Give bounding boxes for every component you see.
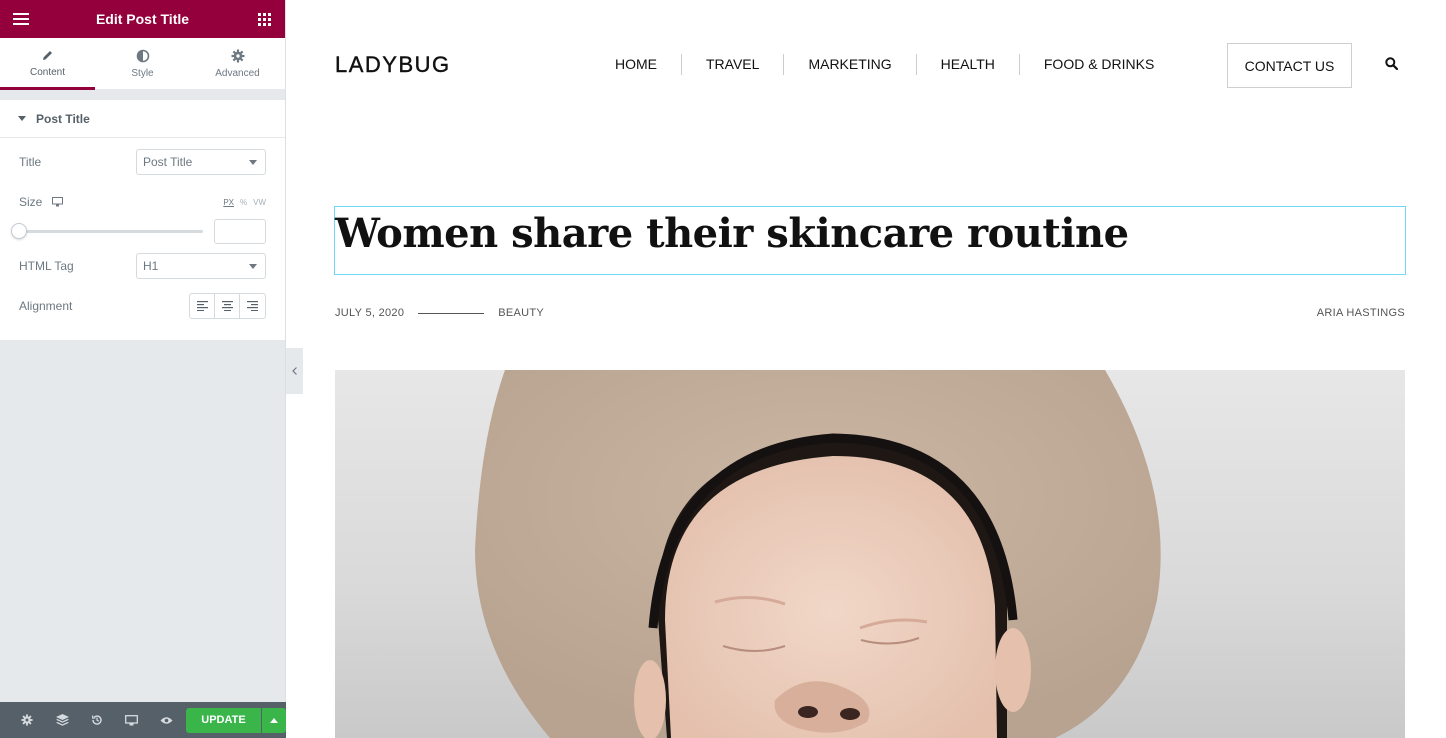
html-tag-value: H1 (143, 259, 159, 273)
tab-advanced[interactable]: Advanced (190, 38, 285, 89)
nav-item-health[interactable]: HEALTH (915, 54, 1019, 75)
tab-content[interactable]: Content (0, 38, 95, 90)
align-right-icon (247, 301, 258, 311)
nav-item-home[interactable]: HOME (597, 54, 681, 75)
desktop-icon (125, 714, 139, 725)
panel-title: Edit Post Title (95, 11, 190, 27)
tab-content-label: Content (29, 67, 66, 78)
title-label: Title (19, 155, 42, 169)
contact-us-button[interactable]: CONTACT US (1227, 43, 1352, 88)
featured-image (335, 370, 1405, 738)
editor-panel: Edit Post Title Content Style Advanced P… (0, 0, 287, 738)
title-select-value: Post Title (143, 155, 193, 169)
align-right-button[interactable] (240, 294, 265, 318)
portrait-illustration (475, 370, 1161, 738)
caret-up-icon (270, 717, 279, 723)
meta-divider (418, 312, 485, 314)
gear-icon (21, 714, 33, 726)
size-label-group: Size (19, 195, 64, 209)
align-left-button[interactable] (190, 294, 215, 318)
site-logo[interactable]: LADYBUG (335, 52, 451, 78)
search-icon[interactable] (1385, 57, 1399, 75)
tab-style-label: Style (131, 67, 154, 79)
panel-footer: UPDATE (0, 702, 287, 738)
align-center-icon (221, 301, 233, 311)
nav-item-marketing[interactable]: MARKETING (783, 54, 915, 75)
responsive-mode-button[interactable] (114, 702, 149, 738)
main-navigation: HOME TRAVEL MARKETING HEALTH FOOD & DRIN… (597, 54, 1178, 75)
panel-header: Edit Post Title (0, 0, 285, 38)
panel-tabs: Content Style Advanced (0, 38, 285, 90)
collapse-panel-button[interactable] (286, 348, 303, 394)
post-title[interactable]: Women share their skincare routine (335, 206, 1129, 262)
update-button[interactable]: UPDATE (185, 707, 262, 733)
title-select[interactable]: Post Title (136, 149, 266, 175)
alignment-control: Alignment (19, 286, 266, 326)
history-icon (91, 715, 102, 725)
post-author[interactable]: ARIA HASTINGS (1317, 307, 1405, 319)
hamburger-menu-icon[interactable] (12, 10, 30, 28)
size-label: Size (19, 195, 43, 209)
post-meta: JULY 5, 2020 BEAUTY ARIA HASTINGS (335, 306, 1405, 320)
unit-px[interactable]: PX (223, 198, 234, 207)
alignment-label: Alignment (19, 299, 73, 313)
settings-button[interactable] (10, 702, 45, 738)
nav-item-travel[interactable]: TRAVEL (681, 54, 783, 75)
alignment-buttons (189, 293, 266, 319)
preview-button[interactable] (149, 702, 184, 738)
title-control: Title Post Title (19, 142, 266, 182)
size-slider-row (11, 216, 266, 246)
section-controls: Title Post Title Size PX % VW HTML Tag H… (0, 138, 285, 340)
post-title-section: Post Title Title Post Title Size PX % VW (0, 100, 285, 340)
tab-advanced-label: Advanced (215, 67, 260, 79)
pencil-icon (43, 51, 52, 60)
contrast-icon (136, 49, 149, 62)
post-date: JULY 5, 2020 (335, 307, 405, 319)
caret-down-icon (18, 116, 26, 121)
unit-vw[interactable]: VW (253, 198, 266, 207)
chevron-down-icon (249, 159, 257, 165)
align-center-button[interactable] (215, 294, 240, 318)
align-left-icon (196, 301, 208, 311)
widgets-grid-icon[interactable] (255, 10, 273, 28)
size-number-input[interactable] (214, 218, 266, 244)
site-preview: LADYBUG HOME TRAVEL MARKETING HEALTH FOO… (303, 0, 1446, 738)
unit-percent[interactable]: % (240, 198, 247, 207)
html-tag-select[interactable]: H1 (136, 253, 266, 279)
layers-icon (55, 714, 69, 726)
desktop-icon[interactable] (52, 197, 64, 207)
history-button[interactable] (80, 702, 115, 738)
slider-track (19, 230, 203, 233)
slider-handle[interactable] (11, 223, 27, 239)
size-slider[interactable] (11, 223, 203, 239)
update-options-button[interactable] (262, 707, 287, 733)
html-tag-control: HTML Tag H1 (19, 246, 266, 286)
gear-icon (231, 49, 244, 62)
unit-switcher: PX % VW (223, 198, 266, 207)
tab-style[interactable]: Style (95, 38, 190, 89)
chevron-left-icon (292, 367, 297, 375)
eye-icon (160, 716, 173, 724)
nav-item-food-drinks[interactable]: FOOD & DRINKS (1018, 54, 1178, 75)
tab-gap (0, 90, 285, 100)
post-category[interactable]: BEAUTY (498, 307, 544, 319)
chevron-down-icon (249, 263, 257, 269)
section-toggle[interactable]: Post Title (0, 100, 285, 138)
html-tag-label: HTML Tag (19, 259, 74, 273)
section-title: Post Title (36, 111, 90, 126)
navigator-button[interactable] (45, 702, 80, 738)
